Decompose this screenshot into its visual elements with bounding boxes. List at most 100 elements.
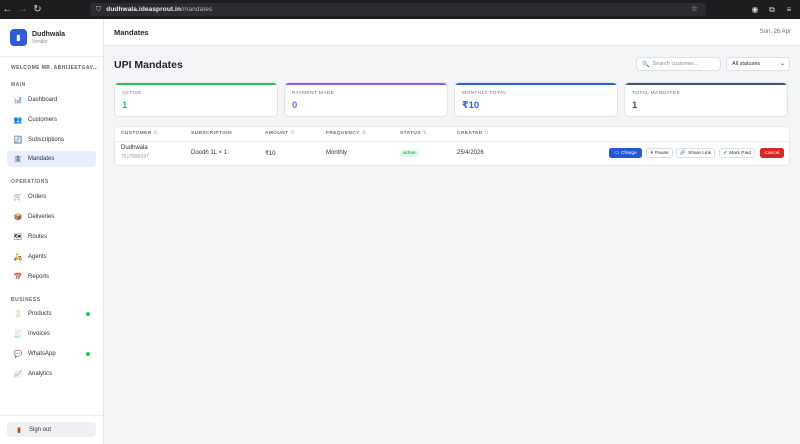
- sort-icon: ⇅: [153, 131, 158, 136]
- column-header-subscription[interactable]: SUBSCRIPTION: [191, 131, 232, 136]
- sidebar-item-customers[interactable]: 👥 Customers: [7, 112, 96, 128]
- card-icon: ▭: [614, 150, 619, 156]
- column-header-status[interactable]: STATUS ⇅: [400, 131, 427, 136]
- door-icon: ▮: [17, 426, 21, 434]
- column-header-customer[interactable]: CUSTOMER ⇅: [121, 131, 158, 136]
- sidebar-item-label: Mandates: [28, 156, 55, 162]
- sidebar-item-label: Products: [28, 311, 52, 317]
- subscription-cell: Doodh 1L × 1: [191, 150, 227, 156]
- trend-icon: 📈: [13, 371, 23, 378]
- charge-button[interactable]: ▭ Charge: [609, 148, 642, 158]
- created-cell: 25/4/2026: [457, 150, 484, 156]
- users-icon: 👥: [13, 117, 23, 124]
- extensions-icon[interactable]: ⧉: [767, 5, 777, 15]
- status-dot: [86, 312, 90, 316]
- calendar-icon: 📅: [13, 274, 23, 281]
- search-box[interactable]: 🔍: [636, 57, 721, 71]
- milk-bottle-icon: ▮: [10, 29, 27, 46]
- mark-paid-button[interactable]: ✔ Mark Paid: [719, 148, 755, 158]
- card-value: ₹10: [462, 100, 480, 111]
- topbar: Mandates Sun, 26 Apr: [104, 19, 800, 46]
- sidebar-item-label: Agents: [28, 254, 47, 260]
- status-badge: active: [400, 150, 419, 157]
- card-value: 1: [122, 100, 128, 111]
- stat-cards: ACTIVE 1 PAYMENT MADE 0 MONTHLY TOTAL ₹1…: [114, 82, 788, 117]
- sidebar-item-label: Customers: [28, 117, 58, 123]
- status-dot: [86, 352, 90, 356]
- sort-icon: ⇅: [290, 131, 295, 136]
- stat-card-total-mandates: TOTAL MANDATES 1: [624, 82, 788, 117]
- sidebar-item-label: Deliveries: [28, 214, 55, 220]
- refresh-icon: 🔄: [13, 137, 23, 144]
- column-header-created[interactable]: CREATED ⇅: [457, 131, 489, 136]
- cup-icon: 🥛: [13, 311, 23, 318]
- sidebar-item-label: Analytics: [28, 371, 53, 377]
- bank-icon: 🏦: [13, 156, 23, 163]
- card-value: 0: [292, 100, 298, 111]
- receipt-icon: 🧾: [13, 331, 23, 338]
- sidebar-item-reports[interactable]: 📅 Reports: [7, 269, 96, 285]
- browser-toolbar: ← → ↻ ⛉ dudhwala.ideasprout.in/mandates …: [0, 0, 800, 19]
- chevron-down-icon: ⌄: [779, 61, 785, 67]
- sidebar-item-routes[interactable]: 🗺 Routes: [7, 229, 96, 245]
- brand-name: Dudhwala: [32, 30, 66, 38]
- column-header-amount[interactable]: AMOUNT ⇅: [265, 131, 295, 136]
- section-operations: OPERATIONS: [11, 179, 49, 185]
- search-input[interactable]: [652, 61, 721, 67]
- sidebar-item-label: Dashboard: [28, 97, 58, 103]
- stat-card-payment-made: PAYMENT MADE 0: [284, 82, 448, 117]
- bookmark-star-icon[interactable]: ☆: [691, 4, 698, 13]
- back-icon[interactable]: ←: [0, 0, 15, 19]
- sidebar-item-label: Routes: [28, 234, 48, 240]
- pause-icon: ⏸: [650, 150, 653, 156]
- sidebar-item-subscriptions[interactable]: 🔄 Subscriptions: [7, 132, 96, 148]
- account-icon[interactable]: ◉: [750, 5, 760, 14]
- card-accent: [455, 83, 617, 85]
- menu-icon[interactable]: ≡: [784, 5, 794, 14]
- sidebar-item-mandates[interactable]: 🏦 Mandates: [7, 151, 96, 167]
- card-label: ACTIVE: [122, 91, 142, 96]
- forward-icon[interactable]: →: [15, 0, 30, 19]
- package-icon: 📦: [13, 214, 23, 221]
- sidebar-item-products[interactable]: 🥛 Products: [7, 306, 96, 322]
- link-icon: 🔗: [679, 150, 687, 156]
- card-label: MONTHLY TOTAL: [462, 91, 507, 96]
- chart-icon: 📊: [13, 97, 23, 104]
- status-filter-select[interactable]: All statuses ⌄: [726, 57, 790, 71]
- sidebar-item-deliveries[interactable]: 📦 Deliveries: [7, 209, 96, 225]
- divider: [0, 415, 103, 416]
- pause-button[interactable]: ⏸ Pause: [646, 148, 673, 158]
- status-filter-value: All statuses: [732, 61, 761, 67]
- sort-icon: ⇅: [484, 131, 490, 136]
- frequency-cell: Monthly: [326, 150, 348, 156]
- amount-cell: ₹10: [265, 151, 276, 157]
- customer-phone: 7517890047: [121, 154, 149, 160]
- topbar-title: Mandates: [114, 28, 149, 37]
- stat-card-active: ACTIVE 1: [114, 82, 278, 117]
- card-label: PAYMENT MADE: [292, 91, 335, 96]
- scooter-icon: 🛵: [13, 254, 23, 261]
- share-link-button[interactable]: 🔗 Share Link: [676, 148, 715, 158]
- site-info-icon[interactable]: ⛉: [96, 6, 101, 14]
- sidebar-item-label: Invoices: [28, 331, 51, 337]
- sidebar-item-label: Reports: [28, 274, 50, 280]
- sidebar-item-invoices[interactable]: 🧾 Invoices: [7, 326, 96, 342]
- address-bar[interactable]: ⛉ dudhwala.ideasprout.in/mandates ☆: [90, 3, 706, 16]
- card-accent: [115, 83, 277, 85]
- stat-card-monthly-total: MONTHLY TOTAL ₹10: [454, 82, 618, 117]
- page-title: UPI Mandates: [114, 59, 183, 71]
- sign-out-button[interactable]: ▮ Sign out: [7, 422, 96, 437]
- column-header-frequency[interactable]: FREQUENCY ⇅: [326, 131, 366, 136]
- brand: ▮ Dudhwala Vendor: [10, 29, 65, 46]
- divider: [0, 56, 103, 57]
- sidebar-item-analytics[interactable]: 📈 Analytics: [7, 366, 96, 382]
- reload-icon[interactable]: ↻: [30, 0, 45, 19]
- sidebar-item-agents[interactable]: 🛵 Agents: [7, 249, 96, 265]
- cancel-button[interactable]: Cancel: [760, 148, 784, 158]
- sign-out-label: Sign out: [29, 426, 52, 433]
- sidebar-item-dashboard[interactable]: 📊 Dashboard: [7, 92, 96, 108]
- sidebar-item-whatsapp[interactable]: 💬 WhatsApp: [7, 346, 96, 362]
- welcome-text: WELCOME MR. ABHIJEETGAV...: [11, 65, 97, 71]
- sort-icon: ⇅: [422, 131, 428, 136]
- sidebar-item-orders[interactable]: 🛒 Orders: [7, 189, 96, 205]
